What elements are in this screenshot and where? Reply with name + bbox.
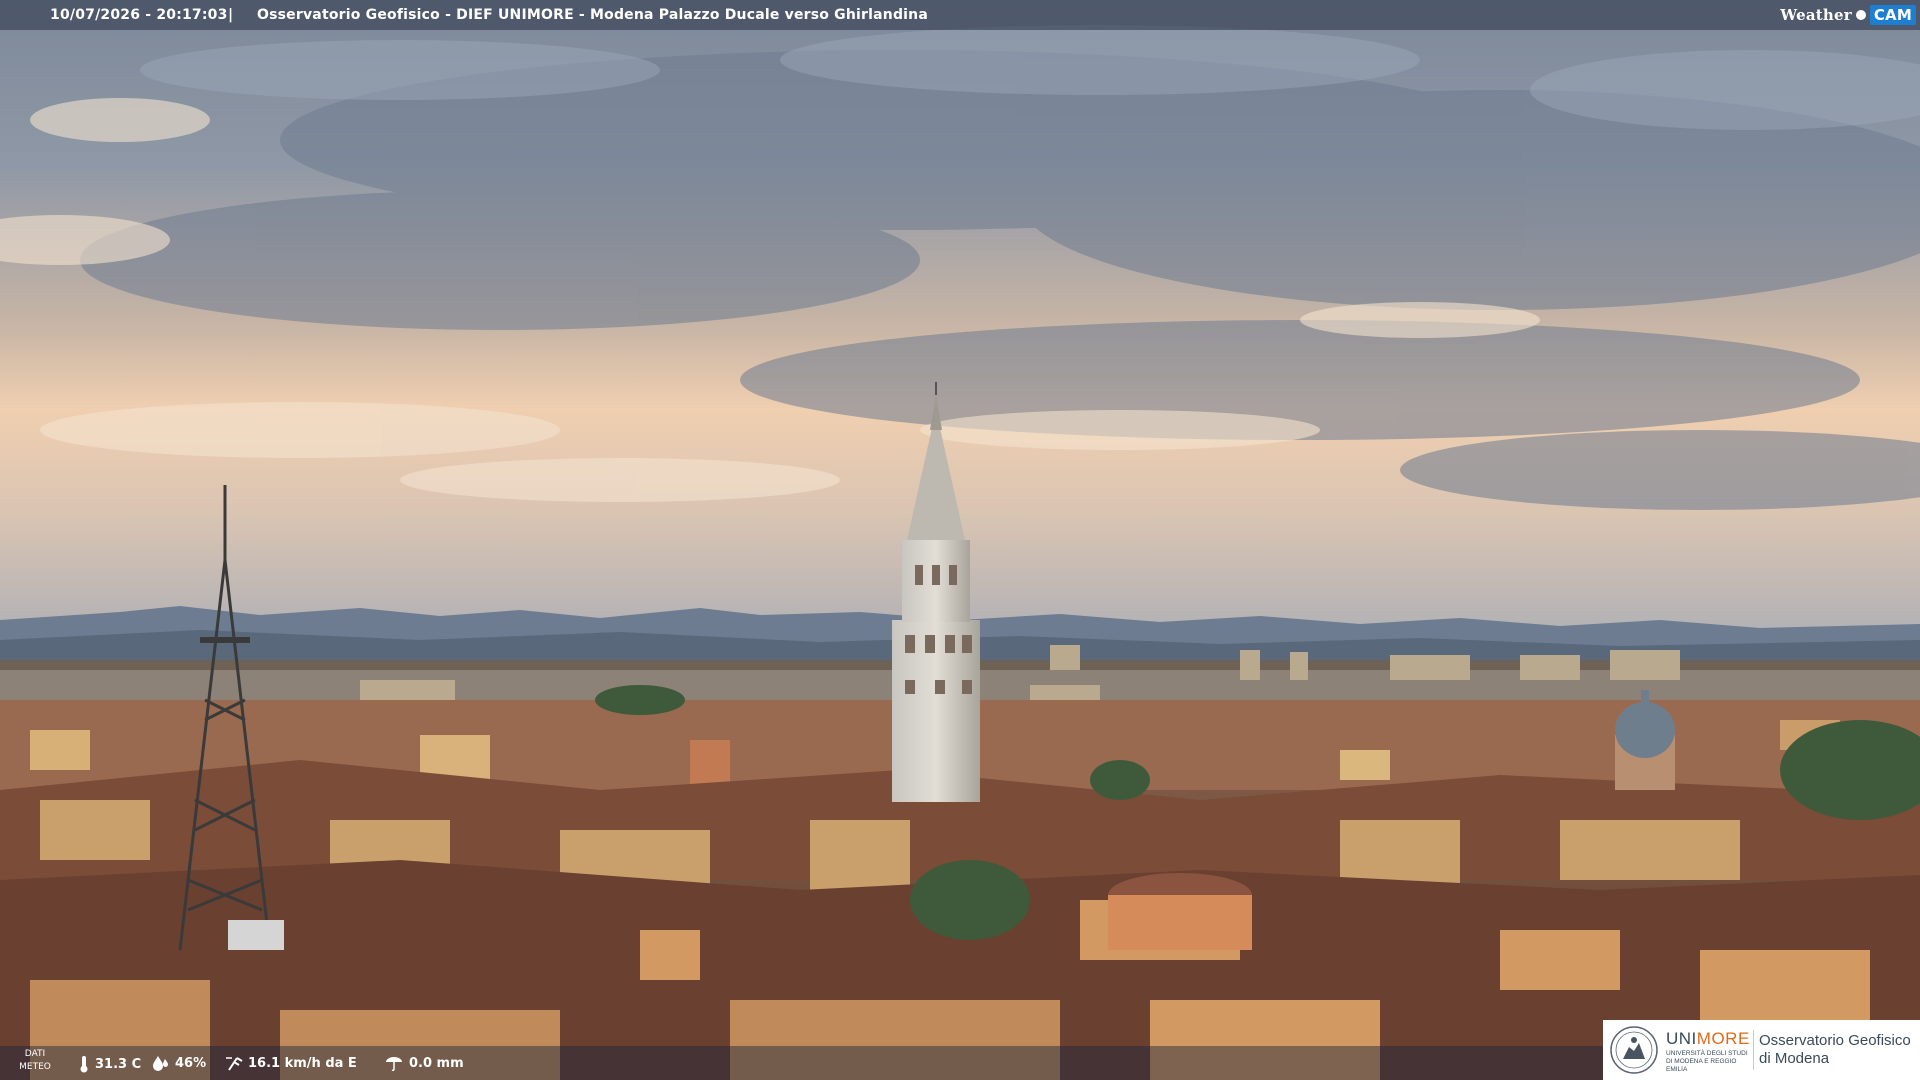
- camera-title: Osservatorio Geofisico - DIEF UNIMORE - …: [257, 7, 928, 23]
- rain-value: 0.0 mm: [409, 1055, 464, 1071]
- rain-reading: 0.0 mm: [384, 1055, 464, 1071]
- temperature-value: 31.3 C: [95, 1056, 142, 1072]
- unimore-logo-box: UNIMORE UNIVERSITÀ DEGLI STUDI DI MODENA…: [1603, 1020, 1920, 1080]
- observatory-line1: Osservatorio Geofisico: [1759, 1032, 1911, 1049]
- wind-reading: 16.1 km/h da E: [225, 1055, 357, 1071]
- dati-line2: METEO: [19, 1062, 51, 1072]
- humidity-reading: 46%: [152, 1055, 206, 1071]
- unimore-more: MORE: [1696, 1029, 1750, 1048]
- humidity-value: 46%: [175, 1055, 207, 1071]
- logo-divider: [1753, 1030, 1754, 1070]
- wind-value: 16.1 km/h da E: [248, 1055, 357, 1071]
- brand-weather: Weather: [1780, 6, 1852, 24]
- unimore-seal-icon: [1610, 1026, 1658, 1074]
- temperature-reading: 31.3 C: [78, 1055, 141, 1073]
- separator: |: [228, 7, 234, 23]
- wind-icon: [226, 1057, 243, 1071]
- thermometer-icon: [80, 1056, 88, 1073]
- brand-dot-icon: [1855, 10, 1866, 20]
- rain-gauge-icon: [386, 1057, 402, 1071]
- observatory-name: Osservatorio Geofisico di Modena: [1759, 1032, 1911, 1068]
- brand-cam: CAM: [1869, 5, 1916, 25]
- observatory-line2: di Modena: [1759, 1050, 1830, 1067]
- webcam-scene: [0, 0, 1920, 1080]
- unimore-wordmark: UNIMORE: [1666, 1029, 1750, 1049]
- dati-line1: DATI: [24, 1049, 46, 1059]
- top-info-bar: 10/07/2026 - 20:17:03 | Osservatorio Geo…: [0, 0, 1920, 30]
- unimore-uni: UNI: [1666, 1029, 1697, 1048]
- dati-meteo-label: DATI METEO: [18, 1048, 52, 1074]
- timestamp: 10/07/2026 - 20:17:03: [50, 7, 228, 23]
- unimore-subtitle: UNIVERSITÀ DEGLI STUDI DI MODENA E REGGI…: [1666, 1050, 1748, 1073]
- weathercam-logo: Weather CAM: [1780, 3, 1916, 27]
- humidity-drop-icon: [153, 1056, 168, 1071]
